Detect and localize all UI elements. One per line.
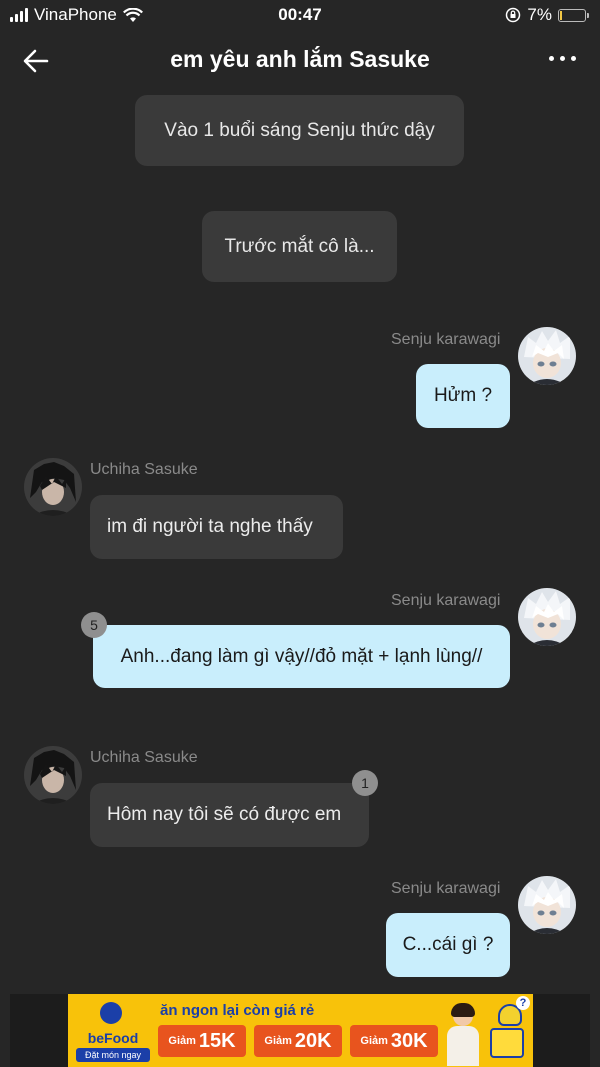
more-options-icon[interactable] xyxy=(549,50,576,67)
sender-name: Uchiha Sasuke xyxy=(90,461,198,478)
coupon-label: Giảm xyxy=(264,1035,292,1047)
coupon-value: 20K xyxy=(294,1029,332,1052)
battery-icon xyxy=(558,8,589,22)
message-text: C...cái gì ? xyxy=(402,934,494,955)
food-pin-icon xyxy=(100,1002,122,1024)
message-bubble-other[interactable]: im đi người ta nghe thấy xyxy=(90,495,343,559)
battery-percent: 7% xyxy=(527,5,552,24)
coupon: Giảm 15K xyxy=(158,1025,246,1057)
sender-name: Senju karawagi xyxy=(391,880,501,897)
message-text: Anh...đang làm gì vậy//đỏ mặt + lạnh lùn… xyxy=(120,645,483,667)
coupon-label: Giảm xyxy=(168,1035,196,1047)
status-right: 7% xyxy=(505,5,589,25)
coupon-value: 15K xyxy=(198,1029,236,1052)
narration-text: Trước mắt cô là... xyxy=(224,235,375,257)
sender-name: Uchiha Sasuke xyxy=(90,749,198,766)
avatar[interactable] xyxy=(518,876,576,934)
ad-cta[interactable]: Đặt món ngay xyxy=(76,1048,150,1062)
message-bubble-self[interactable]: Hửm ? xyxy=(416,364,510,428)
coupon-label: Giảm xyxy=(360,1035,388,1047)
message-bubble-other[interactable]: Hôm nay tôi sẽ có được em xyxy=(90,783,369,847)
message-text: Hửm ? xyxy=(433,385,493,406)
narration-bubble: Trước mắt cô là... xyxy=(202,211,397,282)
chat-header: em yêu anh lắm Sasuke xyxy=(0,32,600,90)
narration-text: Vào 1 buổi sáng Senju thức dậy xyxy=(164,119,435,141)
coupon-value: 30K xyxy=(390,1029,428,1052)
orientation-lock-icon xyxy=(506,7,521,23)
sender-name: Senju karawagi xyxy=(391,331,501,348)
ad-brand: beFood xyxy=(87,1030,139,1046)
narration-bubble: Vào 1 buổi sáng Senju thức dậy xyxy=(135,95,464,166)
message-text: Hôm nay tôi sẽ có được em xyxy=(107,804,342,825)
chat-title: em yêu anh lắm Sasuke xyxy=(170,46,430,72)
delivery-rider-image xyxy=(488,1004,528,1062)
befood-logo: beFood Đặt món ngay xyxy=(74,1000,152,1062)
message-text: im đi người ta nghe thấy xyxy=(107,516,313,537)
sender-name: Senju karawagi xyxy=(391,592,501,609)
avatar[interactable] xyxy=(518,588,576,646)
coupon: Giảm 30K xyxy=(350,1025,438,1057)
avatar[interactable] xyxy=(24,458,82,516)
message-bubble-self[interactable]: C...cái gì ? xyxy=(386,913,510,977)
ad-headline: ăn ngon lại còn giá rẻ xyxy=(160,1002,315,1019)
ad-banner[interactable]: beFood Đặt món ngay ăn ngon lại còn giá … xyxy=(68,994,533,1067)
coupon: Giảm 20K xyxy=(254,1025,342,1057)
ad-person-image xyxy=(443,1002,483,1066)
reaction-count-badge[interactable]: 1 xyxy=(352,770,378,796)
status-bar: VinaPhone 00:47 7% xyxy=(0,0,600,32)
message-bubble-self[interactable]: Anh...đang làm gì vậy//đỏ mặt + lạnh lùn… xyxy=(93,625,510,688)
avatar[interactable] xyxy=(518,327,576,385)
reaction-count-badge[interactable]: 5 xyxy=(81,612,107,638)
ad-info-icon[interactable]: ? xyxy=(516,996,530,1010)
avatar[interactable] xyxy=(24,746,82,804)
